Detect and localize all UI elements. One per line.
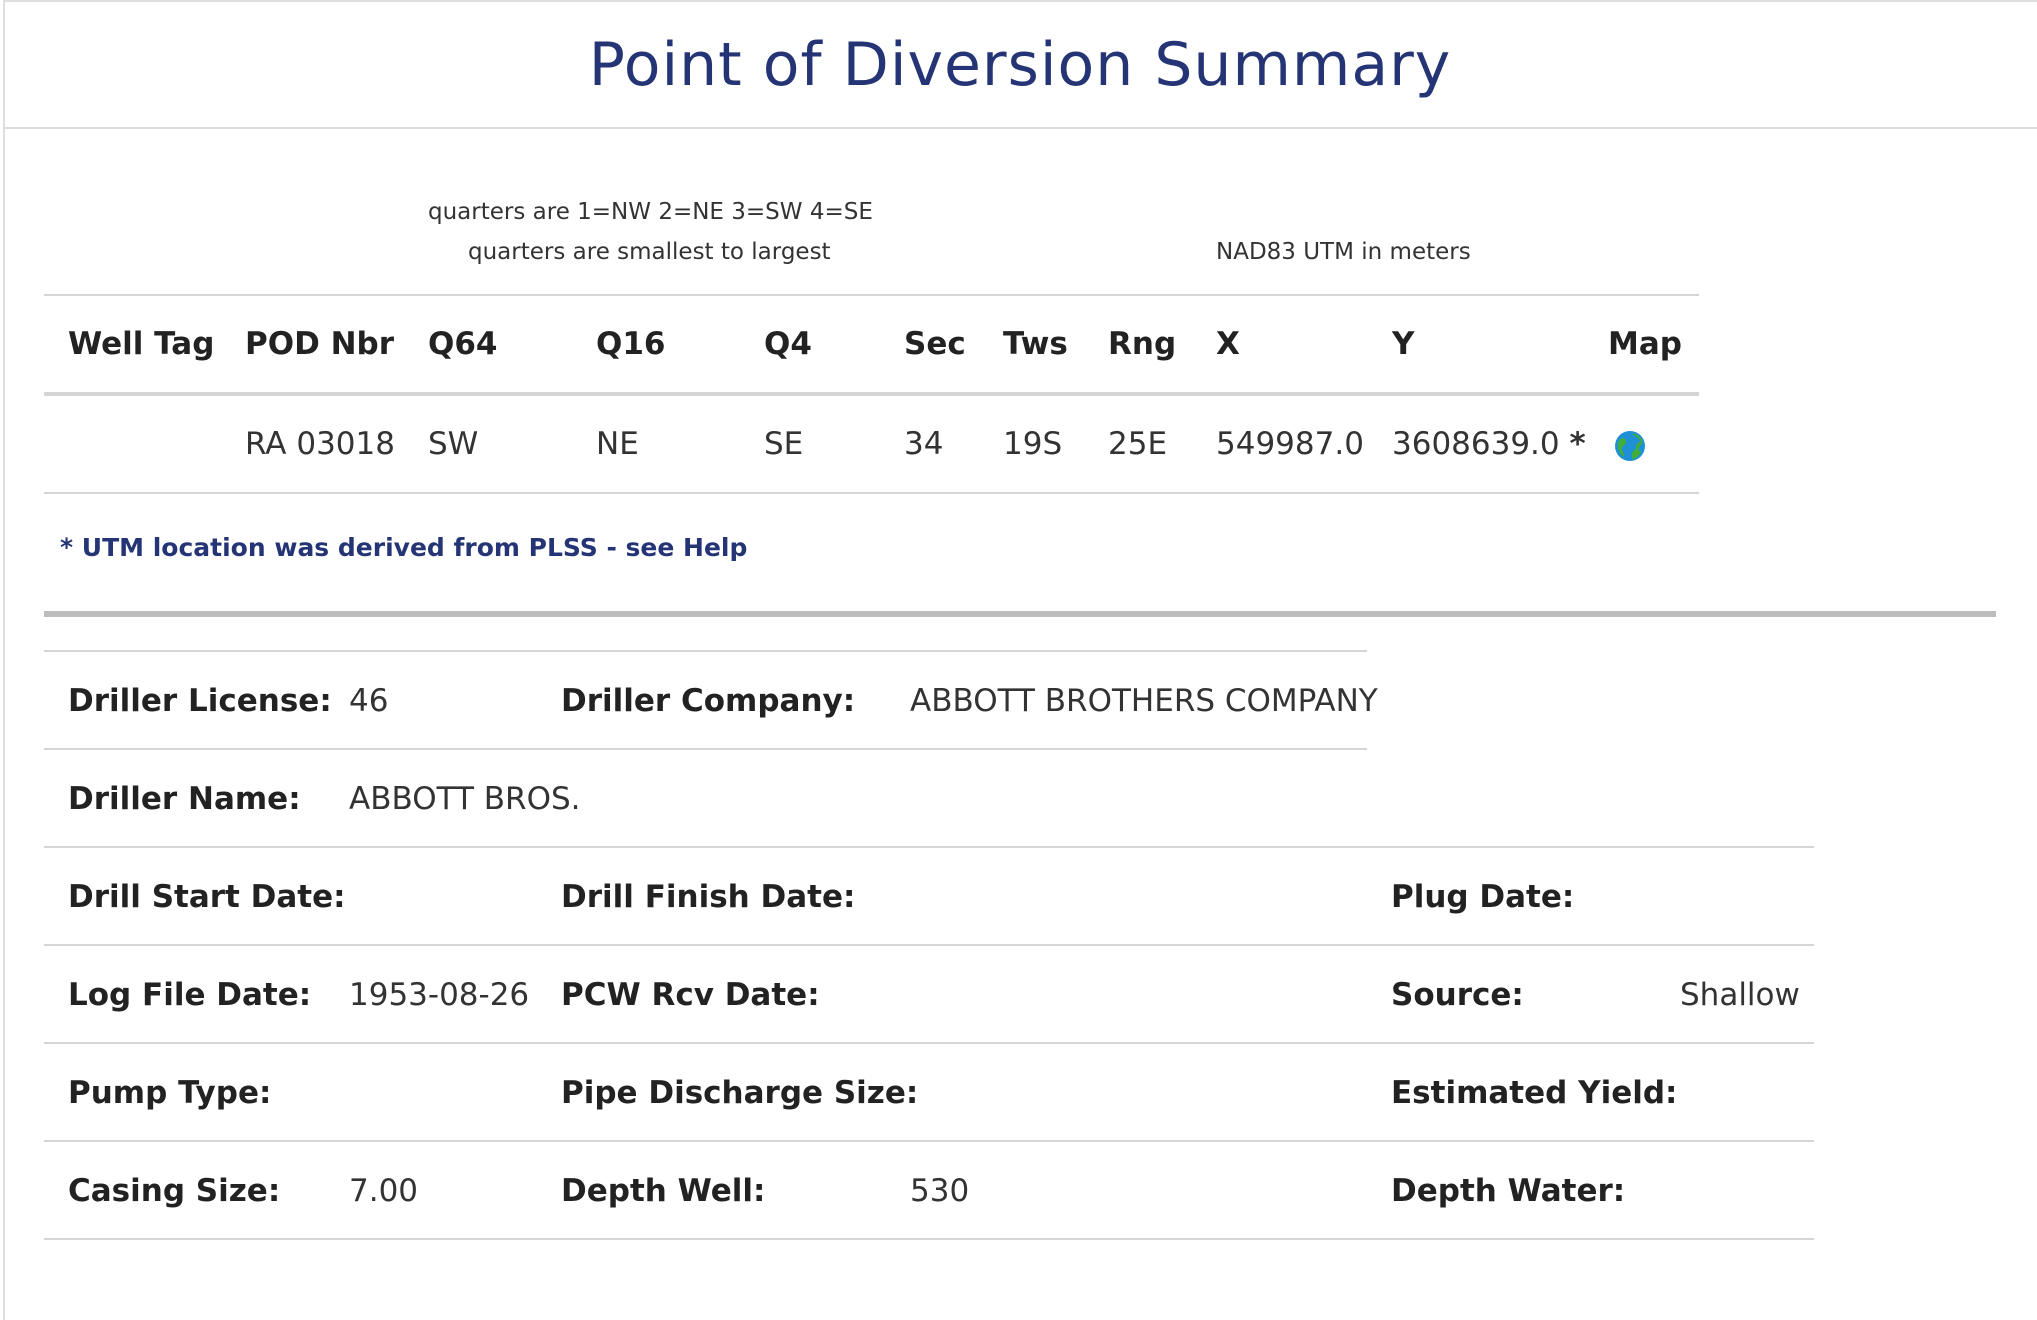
details-row-border [44, 748, 1367, 750]
pipe-discharge-size-label: Pipe Discharge Size: [561, 1075, 919, 1111]
cell-x: 549987.0 [1216, 426, 1364, 462]
header-sec: Sec [904, 326, 966, 362]
cell-q16: NE [596, 426, 639, 462]
header-pod-nbr: POD Nbr [245, 326, 395, 362]
source-value: Shallow [1680, 977, 1800, 1013]
header-q64: Q64 [428, 326, 498, 362]
page-title: Point of Diversion Summary [588, 30, 1452, 100]
table-top-border [44, 294, 1699, 296]
page-frame [3, 0, 2037, 1320]
depth-water-label: Depth Water: [1391, 1173, 1626, 1209]
details-bottom-border [44, 1238, 1814, 1240]
cell-pod-nbr: RA 03018 [245, 426, 395, 462]
table-header-border [44, 392, 1699, 396]
driller-license-label: Driller License: [68, 683, 332, 719]
plug-date-label: Plug Date: [1391, 879, 1575, 915]
depth-well-value: 530 [910, 1173, 970, 1209]
pcw-rcv-date-label: PCW Rcv Date: [561, 977, 820, 1013]
cell-q4: SE [764, 426, 804, 462]
details-row-border [44, 1140, 1814, 1142]
cell-q64: SW [428, 426, 479, 462]
header-q16: Q16 [596, 326, 666, 362]
log-file-date-value: 1953-08-26 [349, 977, 530, 1013]
section-separator [44, 611, 1996, 617]
drill-start-date-label: Drill Start Date: [68, 879, 346, 915]
drill-finish-date-label: Drill Finish Date: [561, 879, 856, 915]
details-top-border [44, 650, 1367, 652]
header-x: X [1216, 326, 1240, 362]
derived-marker: * [1569, 426, 1586, 462]
cell-y: 3608639.0 * [1392, 426, 1586, 462]
depth-well-label: Depth Well: [561, 1173, 766, 1209]
log-file-date-label: Log File Date: [68, 977, 312, 1013]
cell-rng: 25E [1108, 426, 1168, 462]
header-tws: Tws [1003, 326, 1068, 362]
header-well-tag: Well Tag [68, 326, 215, 362]
utm-help-link[interactable]: * UTM location was derived from PLSS - s… [60, 533, 747, 562]
header-map: Map [1608, 326, 1682, 362]
driller-name-value: ABBOTT BROS. [349, 781, 581, 817]
driller-name-label: Driller Name: [68, 781, 301, 817]
cell-y-value: 3608639.0 [1392, 426, 1560, 462]
pump-type-label: Pump Type: [68, 1075, 272, 1111]
estimated-yield-label: Estimated Yield: [1391, 1075, 1678, 1111]
quarters-order-note: quarters are smallest to largest [468, 239, 831, 265]
casing-size-value: 7.00 [349, 1173, 419, 1209]
driller-company-value: ABBOTT BROTHERS COMPANY [910, 683, 1378, 719]
quarters-note: quarters are 1=NW 2=NE 3=SW 4=SE [428, 199, 873, 225]
table-bottom-border [44, 492, 1699, 494]
driller-company-label: Driller Company: [561, 683, 856, 719]
cell-tws: 19S [1003, 426, 1063, 462]
header-q4: Q4 [764, 326, 812, 362]
driller-license-value: 46 [349, 683, 389, 719]
globe-icon[interactable] [1614, 430, 1646, 462]
title-bar: Point of Diversion Summary [3, 0, 2037, 129]
details-row-border [44, 846, 1814, 848]
cell-sec: 34 [904, 426, 944, 462]
details-row-border [44, 944, 1814, 946]
details-row-border [44, 1042, 1814, 1044]
utm-units-note: NAD83 UTM in meters [1216, 239, 1471, 265]
header-rng: Rng [1108, 326, 1177, 362]
source-label: Source: [1391, 977, 1524, 1013]
casing-size-label: Casing Size: [68, 1173, 281, 1209]
header-y: Y [1392, 326, 1415, 362]
